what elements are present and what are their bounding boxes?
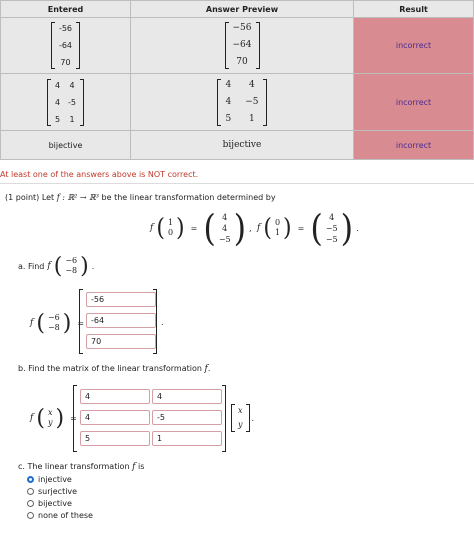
answer-input-a-3[interactable] [86, 334, 156, 349]
header-answer-preview: Answer Preview [130, 0, 354, 18]
preview-cell: −56 −64 70 [130, 17, 354, 74]
radio-icon[interactable] [27, 500, 34, 507]
entered-vector: -56 -64 70 [50, 22, 81, 69]
option-bijective[interactable]: bijective [27, 499, 72, 508]
radio-selected-icon[interactable] [27, 476, 34, 483]
preview-vector: −56 −64 70 [224, 22, 260, 69]
entered-cell: 44 4 -5 51 [0, 73, 131, 131]
result-cell: incorrect [353, 130, 474, 160]
answer-input-b-r2c2[interactable] [152, 410, 222, 425]
answer-input-a-1[interactable] [86, 292, 156, 307]
definition-1: f ( 1 0 ) = ( 4 4 −5 ) , [150, 206, 252, 250]
answer-input-b-r1c1[interactable] [80, 389, 150, 404]
entered-matrix: 44 4 -5 51 [46, 78, 85, 126]
table-row: -56 -64 70 −56 −64 70 incorrect [0, 17, 474, 74]
entered-cell: bijective [0, 130, 131, 160]
header-entered: Entered [0, 0, 131, 18]
part-a-label: a. Find f ( −6 −8 ) . [18, 253, 95, 279]
result-cell: incorrect [353, 17, 474, 74]
preview-cell: bijective [130, 130, 354, 160]
part-b-label: b. Find the matrix of the linear transfo… [18, 364, 211, 374]
results-table: Entered Answer Preview Result -56 -64 70… [0, 0, 474, 160]
option-none[interactable]: none of these [27, 511, 93, 520]
answer-input-a-2[interactable] [86, 313, 156, 328]
result-cell: incorrect [353, 73, 474, 131]
part-c-label: c. The linear transformation f is [18, 462, 145, 472]
right-bracket [153, 289, 157, 354]
option-injective[interactable]: injective [27, 475, 72, 484]
part-a-expression: f ( −6 −8 ) = [30, 310, 85, 336]
problem-intro: (1 point) Let f : ℝ² → ℝ³ be the linear … [5, 193, 276, 202]
table-row: 44 4 -5 51 44 4 −5 51 incorrect [0, 73, 474, 131]
feedback-message: At least one of the answers above is NOT… [0, 170, 199, 179]
answer-input-b-r2c1[interactable] [80, 410, 150, 425]
table-row: bijective bijective incorrect [0, 130, 474, 160]
answer-input-b-r1c2[interactable] [152, 389, 222, 404]
answer-input-b-r3c1[interactable] [80, 431, 150, 446]
entered-cell: -56 -64 70 [0, 17, 131, 74]
part-b-expression: f ( x y ) = [30, 405, 77, 431]
radio-icon[interactable] [27, 512, 34, 519]
xy-vector: x y . [231, 404, 254, 432]
definition-2: f ( 0 1 ) = ( 4 −5 −5 ) . [257, 206, 359, 250]
radio-icon[interactable] [27, 488, 34, 495]
table-header-row: Entered Answer Preview Result [0, 0, 474, 18]
right-bracket [222, 385, 226, 452]
divider [0, 183, 474, 184]
left-bracket [79, 289, 83, 354]
header-result: Result [353, 0, 474, 18]
preview-cell: 44 4 −5 51 [130, 73, 354, 131]
left-bracket [73, 385, 77, 452]
answer-input-b-r3c2[interactable] [152, 431, 222, 446]
preview-matrix: 44 4 −5 51 [217, 78, 267, 126]
option-surjective[interactable]: surjective [27, 487, 77, 496]
